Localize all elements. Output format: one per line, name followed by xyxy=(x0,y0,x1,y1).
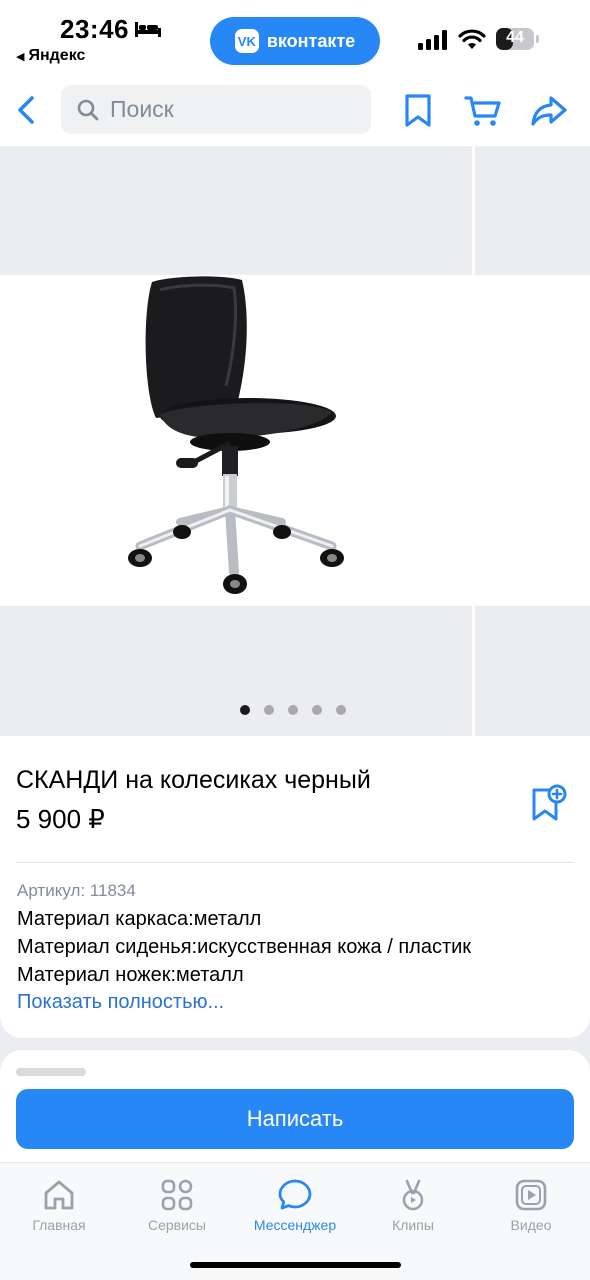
battery-nub xyxy=(536,35,539,43)
gallery-pagination xyxy=(240,705,346,715)
gallery-dot xyxy=(240,705,250,715)
back-triangle-icon: ◀ xyxy=(16,51,25,63)
search-placeholder: Поиск xyxy=(110,96,174,122)
tab-clips[interactable]: Клипы xyxy=(354,1177,472,1233)
tab-services-label: Сервисы xyxy=(147,1217,206,1233)
tab-messenger[interactable]: Мессенджер xyxy=(236,1177,354,1233)
card-content-peek xyxy=(16,1068,86,1076)
product-title: СКАНДИ на колесиках черный xyxy=(16,766,371,794)
gallery-bg-bottom xyxy=(0,606,472,736)
wifi-icon xyxy=(458,29,486,49)
spec-seat-material: Материал сиденья:искусственная кожа / пл… xyxy=(17,936,472,958)
vk-app-pill[interactable]: VK вконтакте xyxy=(210,17,380,65)
next-image-peek-top xyxy=(475,146,590,275)
vk-pill-label: вконтакте xyxy=(266,30,356,51)
back-to-app-link[interactable]: ◀ Яндекс xyxy=(16,47,85,65)
search-icon xyxy=(77,99,99,120)
gallery-divider xyxy=(472,146,475,736)
battery-level: 44 xyxy=(506,29,524,46)
tab-video-label: Видео xyxy=(510,1217,552,1233)
product-image-chair xyxy=(128,276,344,594)
gallery-bg-top xyxy=(0,146,472,275)
tab-services[interactable]: Сервисы xyxy=(118,1177,236,1233)
gallery-dot xyxy=(336,705,346,715)
search-input[interactable]: Поиск xyxy=(61,85,371,134)
tab-messenger-label: Мессенджер xyxy=(253,1217,337,1233)
clips-icon xyxy=(402,1179,424,1211)
next-image-peek-bottom xyxy=(475,606,590,736)
bookmark-icon[interactable] xyxy=(398,90,438,130)
divider xyxy=(16,862,574,863)
sleep-focus-icon xyxy=(135,22,161,37)
cart-icon[interactable] xyxy=(463,90,503,130)
status-bar: 23:46 ◀ Яндекс VK вконтакте 44 xyxy=(0,0,590,76)
battery-indicator: 44 xyxy=(496,28,539,50)
gallery-dot xyxy=(264,705,274,715)
top-nav-bar: Поиск xyxy=(0,76,590,146)
spec-frame-material: Материал каркаса:металл xyxy=(17,908,262,930)
product-price: 5 900 ₽ xyxy=(16,804,105,834)
cellular-signal-icon xyxy=(418,30,447,50)
tab-home-label: Главная xyxy=(32,1217,86,1233)
show-more-link[interactable]: Показать полностью... xyxy=(17,991,224,1014)
write-message-button[interactable]: Написать xyxy=(16,1089,574,1149)
services-icon xyxy=(161,1179,193,1211)
tab-video[interactable]: Видео xyxy=(472,1177,590,1233)
product-info-card: СКАНДИ на колесиках черный 5 900 ₽ Артик… xyxy=(0,736,590,1038)
share-icon[interactable] xyxy=(529,90,569,130)
product-gallery[interactable] xyxy=(0,146,590,736)
home-indicator xyxy=(190,1262,401,1268)
product-sku: Артикул: 11834 xyxy=(17,881,136,900)
video-icon xyxy=(515,1179,547,1211)
messenger-icon xyxy=(278,1179,312,1210)
tab-home[interactable]: Главная xyxy=(0,1177,118,1233)
status-time: 23:46 xyxy=(60,14,129,44)
home-icon xyxy=(44,1180,74,1210)
back-arrow-icon[interactable] xyxy=(10,90,44,130)
add-to-favorites-icon[interactable] xyxy=(528,784,568,822)
tab-clips-label: Клипы xyxy=(392,1217,434,1233)
back-app-label: Яндекс xyxy=(28,47,86,64)
gallery-dot xyxy=(288,705,298,715)
spec-legs-material: Материал ножек:металл xyxy=(17,964,244,986)
vk-logo-icon: VK xyxy=(234,29,259,53)
gallery-dot xyxy=(312,705,322,715)
